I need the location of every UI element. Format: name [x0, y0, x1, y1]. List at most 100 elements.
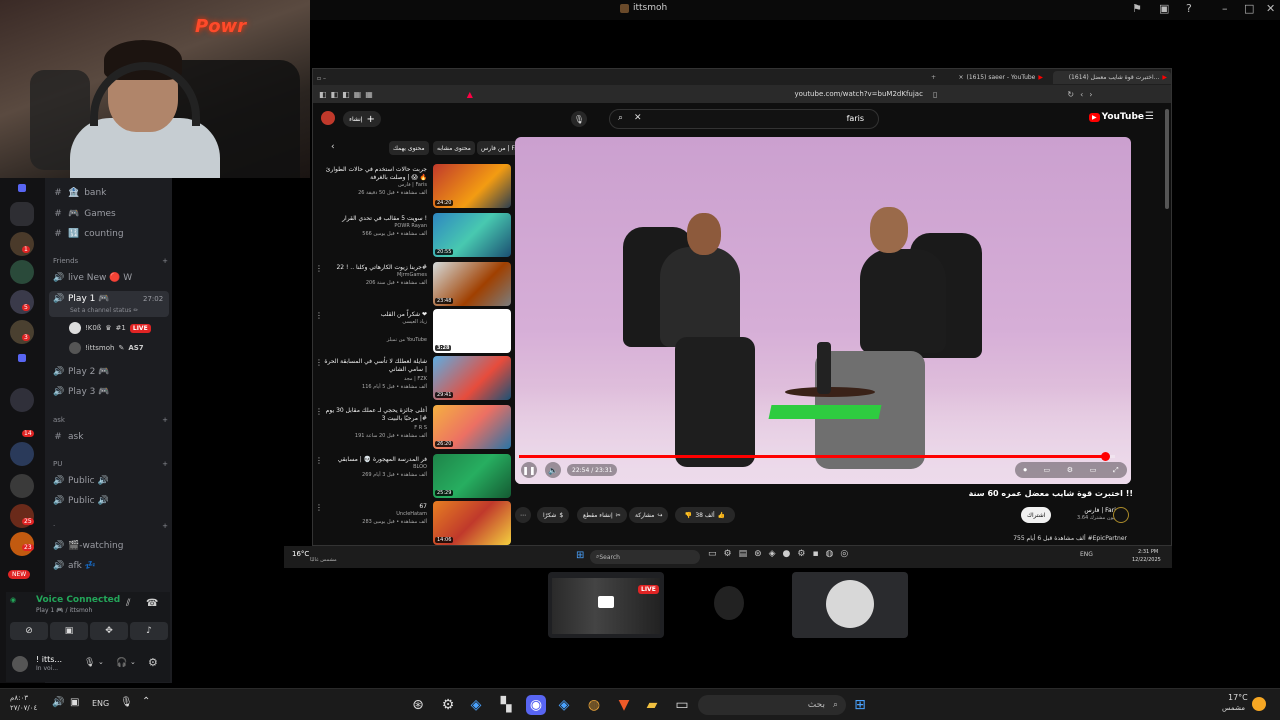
game-app-icon[interactable]: ▚ — [496, 695, 516, 715]
like-dislike-button[interactable]: 👎 38 ألف 👍 — [675, 507, 735, 523]
rec-video[interactable]: ⋮ 23:48 جربنا زيوت الكارهاتي وكلنا .. ! … — [315, 262, 511, 308]
new-tab-icon[interactable]: + — [927, 71, 940, 84]
channel-avatar[interactable] — [1113, 507, 1129, 523]
rec-video[interactable]: ⋮ 14:06 67 UncleHatam 283 ألف مشاهدة • ق… — [315, 501, 511, 547]
more-icon[interactable]: ⋮ — [315, 264, 323, 273]
server-icon[interactable] — [10, 202, 34, 226]
scrollbar[interactable] — [1165, 109, 1169, 209]
thumbnail[interactable]: 3:28 — [433, 309, 511, 353]
add-channel-icon[interactable]: + — [162, 257, 168, 265]
subscribe-button[interactable]: اشتراك — [1021, 507, 1052, 523]
video-player[interactable]: ❚❚ 🔈 22:54 / 23:31 ⏺ ▭ ⚙ ▭ ⤢ — [515, 137, 1131, 484]
channel-public-1[interactable]: 🔊 Public 🔊 — [53, 476, 109, 486]
theater-icon[interactable]: ▭ — [1090, 466, 1097, 474]
search-icon[interactable]: ⌕ — [618, 113, 623, 123]
category-ask[interactable]: ask + — [53, 416, 168, 424]
screen-share-button[interactable]: ▣ — [50, 622, 88, 640]
chip-for-you[interactable]: محتوى يهمك — [389, 141, 429, 155]
tab-inactive[interactable]: × (1615) saeer - YouTube ▶ — [937, 71, 1047, 84]
channel-afk[interactable]: 🔊 afk 💤 — [53, 561, 96, 571]
folder-icon[interactable]: ▰ — [642, 695, 662, 715]
rec-channel[interactable]: F R S — [323, 425, 427, 432]
chevron-down-icon[interactable]: ⌄ — [130, 658, 136, 666]
discord-icon[interactable]: ◉ — [526, 695, 546, 715]
like-icon[interactable]: 👍 — [718, 512, 725, 519]
search-input[interactable]: faris — [847, 114, 864, 123]
voice-channel[interactable]: Play 1 🎮 / ittsmoh — [36, 607, 92, 614]
thumbnail[interactable]: 24:20 — [433, 164, 511, 208]
network-icon[interactable]: ▣ — [70, 697, 79, 708]
more-icon[interactable]: ⋮ — [315, 311, 323, 320]
stream-tile-user[interactable] — [670, 572, 786, 638]
pin-icon[interactable]: ⚑ — [1132, 2, 1142, 15]
maximize-icon[interactable]: □ — [1244, 2, 1254, 15]
rec-channel[interactable]: BLOO — [323, 464, 427, 471]
fullscreen-icon[interactable]: ⤢ — [1113, 466, 1119, 475]
server-icon[interactable] — [10, 232, 34, 256]
settings-icon[interactable]: ⚙ — [1067, 466, 1073, 474]
gear-icon[interactable]: ⚙ — [148, 656, 158, 669]
rec-video[interactable]: 24:20 جربت حالات استخدم في حالات الطوارئ… — [321, 164, 511, 210]
chip-similar[interactable]: محتوى مشابه — [433, 141, 475, 155]
rec-channel[interactable]: MjrmGames — [323, 272, 427, 279]
rec-title[interactable]: شايلة لعطلك لا تأسي في المسابقة الحرة | … — [323, 358, 427, 374]
taskbar-date[interactable]: ٢٧/٠٧/٠٤ — [10, 704, 37, 712]
thumbnail[interactable]: 26:20 — [433, 405, 511, 449]
channel-ask[interactable]: # ask — [53, 432, 83, 442]
settings-app-icon[interactable]: ⚙ — [438, 695, 458, 715]
close-icon[interactable]: ✕ — [1266, 2, 1275, 15]
chevron-down-icon[interactable]: ⌄ — [98, 658, 104, 666]
clear-icon[interactable]: ✕ — [634, 113, 642, 123]
url-field[interactable]: youtube.com/watch?v=buM2dKfujac — [793, 90, 923, 98]
share-button[interactable]: مشاركة ↪ — [629, 507, 669, 523]
category-unnamed[interactable]: · + — [53, 522, 168, 530]
avatar[interactable] — [321, 111, 335, 125]
add-channel-icon[interactable]: + — [162, 522, 168, 530]
member-ittsmoh[interactable]: !ittsmoh ✎ AS7 — [69, 342, 144, 354]
channel-public-2[interactable]: 🔊 Public 🔊 — [53, 496, 109, 506]
player-controls-right[interactable]: ⏺ ▭ ⚙ ▭ ⤢ — [1015, 462, 1127, 478]
clip-button[interactable]: إنشاء مقطع ✂ — [577, 507, 627, 523]
channel-bank[interactable]: # 🏦 bank — [53, 188, 106, 198]
taskbar-search[interactable]: بحث ⌕ — [698, 695, 846, 715]
weather-temp[interactable]: 17°C — [1228, 693, 1248, 702]
menu-icon[interactable]: ☰ — [1145, 111, 1154, 122]
mic-icon[interactable]: 🎙 — [120, 697, 133, 708]
captions-icon[interactable]: ▭ — [1044, 466, 1051, 474]
rec-channel[interactable]: مجد | FZK — [323, 376, 427, 383]
noise-suppression-icon[interactable]: ⫽ — [126, 598, 130, 609]
thumbnail[interactable]: 23:48 — [433, 262, 511, 306]
inbox-icon[interactable]: ▣ — [1159, 2, 1169, 15]
search-box[interactable]: ⌕ ✕ faris — [609, 109, 879, 129]
nav-icons[interactable]: ↻‹› — [1067, 90, 1098, 99]
tab-active[interactable]: (1614) اختبرت قوة شايب معضل... ▶ — [1053, 71, 1171, 84]
more-icon[interactable]: ⋮ — [315, 503, 323, 512]
video-description[interactable]: 755 ألف مشاهدة قبل 6 أيام #EpicPartner — [883, 535, 1127, 542]
window-controls[interactable]: ▫ – — [313, 72, 330, 85]
channel-play2[interactable]: 🔊 Play 2 🎮 — [53, 367, 109, 377]
more-icon[interactable]: ⋮ — [315, 358, 323, 367]
recording-app-icon[interactable]: ⊛ — [408, 695, 428, 715]
stream-tile-user[interactable] — [792, 572, 908, 638]
add-channel-icon[interactable]: + — [162, 416, 168, 424]
mic-icon[interactable]: 🎙 — [571, 111, 587, 127]
rec-channel[interactable]: UncleHatam — [323, 511, 427, 518]
disconnect-icon[interactable]: ☎ — [146, 598, 158, 609]
soundboard-button[interactable]: ♪ — [130, 622, 168, 640]
youtube-logo[interactable]: ▶ YouTube — [1089, 112, 1144, 122]
more-icon[interactable]: ⋯ — [515, 507, 531, 523]
server-icon[interactable] — [10, 320, 34, 344]
chevron-left-icon[interactable]: ‹ — [331, 142, 335, 152]
channel-counting[interactable]: # 🔢 counting — [53, 229, 123, 239]
taskbar-clock[interactable]: ٨:٠٣م — [10, 694, 28, 702]
volume-icon[interactable]: 🔈 — [545, 462, 561, 478]
minimize-icon[interactable]: – — [1222, 2, 1228, 15]
server-icon[interactable] — [10, 290, 34, 314]
create-button[interactable]: إنشاء + — [343, 111, 381, 127]
rec-title[interactable]: جربت حالات استخدم في حالات الطوارئ | وصل… — [323, 166, 427, 182]
channel-watching[interactable]: 🔊 🎬-watching — [53, 541, 123, 551]
add-channel-icon[interactable]: + — [162, 460, 168, 468]
rec-channel[interactable]: POWR Rayan — [323, 223, 427, 230]
progress-handle[interactable] — [1101, 452, 1110, 461]
server-icon[interactable] — [10, 442, 34, 466]
